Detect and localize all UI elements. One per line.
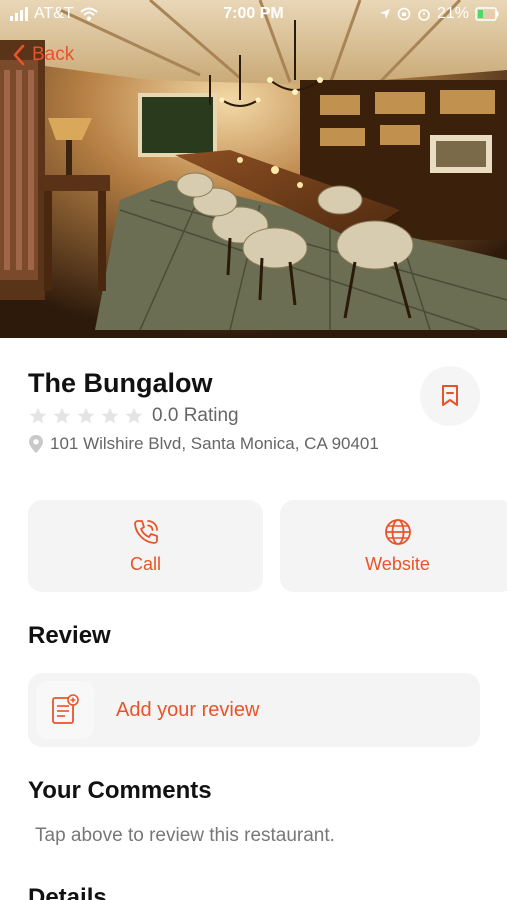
- star-rating: [28, 406, 144, 426]
- website-button[interactable]: Website: [280, 500, 507, 592]
- star-icon: [77, 407, 95, 424]
- status-right: 21%: [379, 5, 499, 23]
- comments-heading: Your Comments: [28, 777, 212, 804]
- rating-row: 0.0 Rating: [28, 405, 239, 427]
- bookmark-icon: [442, 385, 458, 406]
- location-arrow-icon: [379, 9, 390, 19]
- add-review-button[interactable]: Add your review: [28, 673, 480, 747]
- phone-icon: [133, 519, 158, 544]
- location-pin-icon: [29, 435, 43, 453]
- website-label: Website: [365, 553, 430, 574]
- review-document-icon: [52, 694, 79, 724]
- star-icon: [29, 407, 47, 424]
- address-row[interactable]: 101 Wilshire Blvd, Santa Monica, CA 9040…: [28, 434, 379, 454]
- restaurant-name: The Bungalow: [28, 368, 213, 398]
- star-icon: [101, 407, 119, 424]
- back-button[interactable]: Back: [12, 44, 74, 66]
- alarm-icon: [418, 9, 430, 21]
- star-icon: [53, 407, 71, 424]
- star-icon: [125, 407, 143, 424]
- status-bar: AT&T 7:00 PM 21%: [0, 0, 507, 30]
- call-label: Call: [129, 553, 161, 574]
- add-review-label: Add your review: [116, 698, 260, 721]
- battery-percent: 21%: [436, 5, 469, 22]
- restaurant-photo: [0, 0, 507, 338]
- review-heading: Review: [28, 622, 111, 649]
- call-button[interactable]: Call: [28, 500, 263, 592]
- bookmark-button[interactable]: [420, 366, 480, 426]
- address-text: 101 Wilshire Blvd, Santa Monica, CA 9040…: [50, 434, 379, 453]
- rating-text: 0.0 Rating: [152, 405, 239, 426]
- battery-icon: [475, 7, 499, 21]
- back-label: Back: [32, 44, 75, 65]
- details-heading: Details: [28, 884, 107, 900]
- comments-hint: Tap above to review this restaurant.: [35, 825, 335, 846]
- back-chevron-icon: [13, 44, 25, 66]
- globe-icon: [384, 518, 411, 545]
- review-icon-box: [36, 681, 94, 739]
- orientation-lock-icon: [397, 7, 411, 21]
